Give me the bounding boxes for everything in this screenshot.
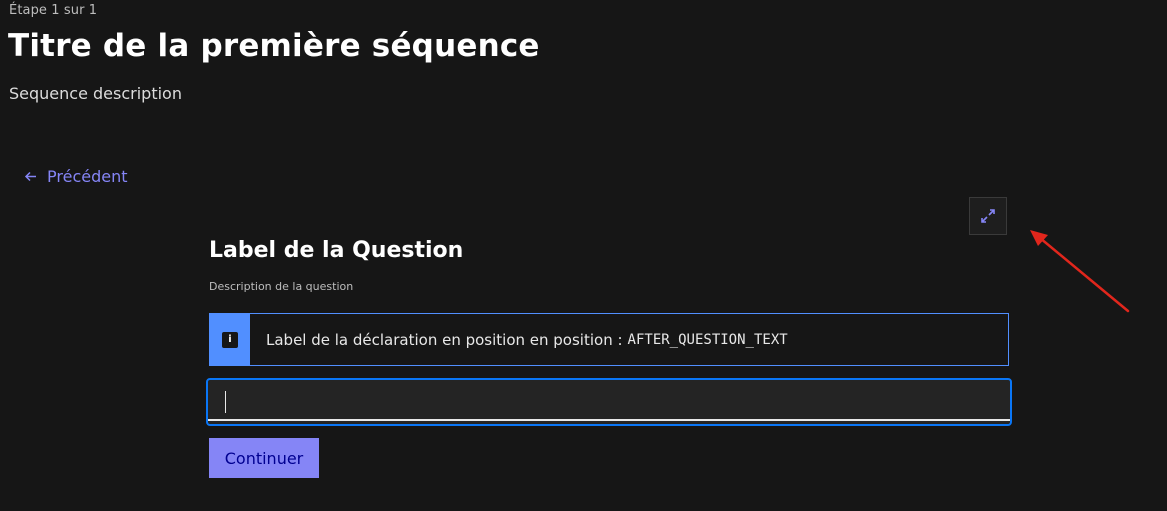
question-description: Description de la question <box>209 280 354 293</box>
back-label: Précédent <box>47 167 128 186</box>
info-icon: i <box>222 331 238 348</box>
arrow-left-icon <box>24 171 36 182</box>
annotation-arrow <box>1030 230 1130 313</box>
callout-accent-bar: i <box>210 314 250 365</box>
continue-button[interactable]: Continuer <box>209 438 319 478</box>
page-title: Titre de la première séquence <box>8 28 540 64</box>
declaration-label: Label de la déclaration en position en p… <box>266 330 623 349</box>
answer-input[interactable] <box>208 380 1010 421</box>
declaration-code: AFTER_QUESTION_TEXT <box>627 331 788 348</box>
text-caret <box>225 391 226 413</box>
declaration-text: Label de la déclaration en position en p… <box>250 314 788 365</box>
question-label: Label de la Question <box>209 238 464 263</box>
input-underline <box>208 419 1010 421</box>
back-button[interactable]: Précédent <box>24 167 128 186</box>
step-label: Étape 1 sur 1 <box>9 3 98 18</box>
expand-button[interactable] <box>969 197 1007 235</box>
answer-field[interactable] <box>206 378 1012 426</box>
sequence-description: Sequence description <box>9 84 182 103</box>
declaration-callout: i Label de la déclaration en position en… <box>209 313 1009 366</box>
expand-icon <box>981 209 995 223</box>
